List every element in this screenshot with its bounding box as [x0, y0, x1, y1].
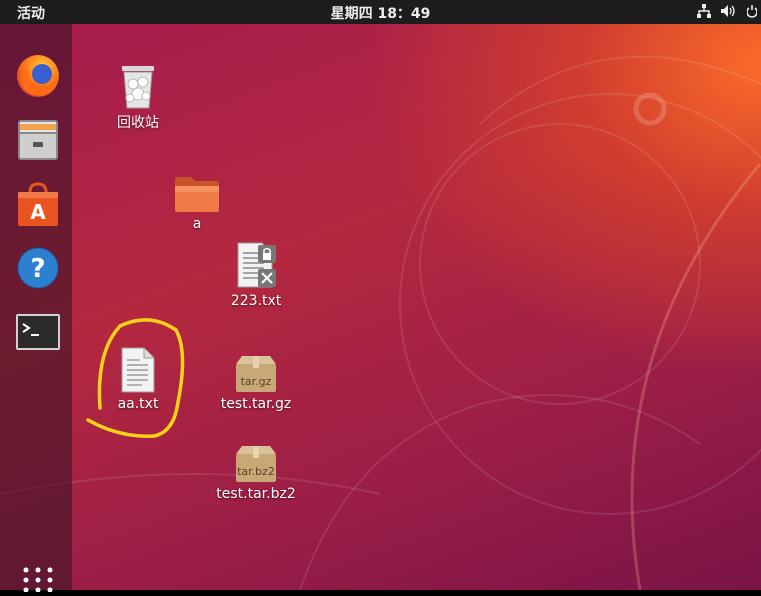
show-applications-button[interactable] — [14, 562, 62, 593]
locked-text-file-icon — [237, 242, 276, 288]
highlight-annotation — [86, 318, 185, 438]
firefox-launcher[interactable] — [14, 52, 62, 100]
system-tray[interactable] — [697, 4, 757, 18]
desktop-icon-label: a — [192, 216, 202, 232]
archive-icon: tar.bz2 — [236, 446, 276, 482]
power-icon[interactable] — [747, 4, 757, 18]
desktop-icon-label: 回收站 — [117, 115, 159, 131]
desktop-icon-folder-a[interactable]: a — [152, 174, 242, 232]
desktop-icon-label: test.tar.bz2 — [216, 486, 296, 502]
svg-text:?: ? — [30, 254, 45, 284]
svg-text:A: A — [30, 200, 46, 224]
terminal-launcher[interactable] — [14, 308, 62, 356]
folder-icon — [175, 177, 219, 212]
archive-badge: tar.bz2 — [237, 465, 275, 478]
terminal-icon — [16, 314, 60, 350]
firefox-icon — [17, 55, 59, 97]
dock: A ? — [0, 24, 72, 593]
desktop-icon-trash[interactable]: 回收站 — [93, 62, 183, 132]
help-icon: ? — [17, 247, 59, 289]
desktop-icon-test-tar-bz2[interactable]: tar.bz2 test.tar.bz2 — [211, 444, 301, 502]
network-icon[interactable] — [697, 4, 711, 18]
archive-badge: tar.gz — [241, 375, 272, 388]
desktop-icon-test-tar-gz[interactable]: tar.gz test.tar.gz — [211, 354, 301, 412]
file-cabinet-icon — [18, 120, 58, 160]
software-launcher[interactable]: A — [14, 180, 62, 228]
help-launcher[interactable]: ? — [14, 244, 62, 292]
trash-icon — [122, 66, 154, 109]
grid-icon — [23, 567, 53, 593]
archive-icon: tar.gz — [236, 356, 276, 392]
top-panel: 活动 星期四 18：49 — [0, 0, 761, 24]
desktop-icon-label: test.tar.gz — [220, 396, 292, 412]
volume-icon[interactable] — [721, 4, 737, 18]
clock[interactable]: 星期四 18：49 — [0, 3, 761, 23]
desktop-icon-223-txt[interactable]: 223.txt — [211, 241, 301, 309]
shopping-bag-icon: A — [18, 182, 58, 226]
desktop-icon-label: 223.txt — [230, 293, 282, 309]
files-launcher[interactable] — [14, 116, 62, 164]
